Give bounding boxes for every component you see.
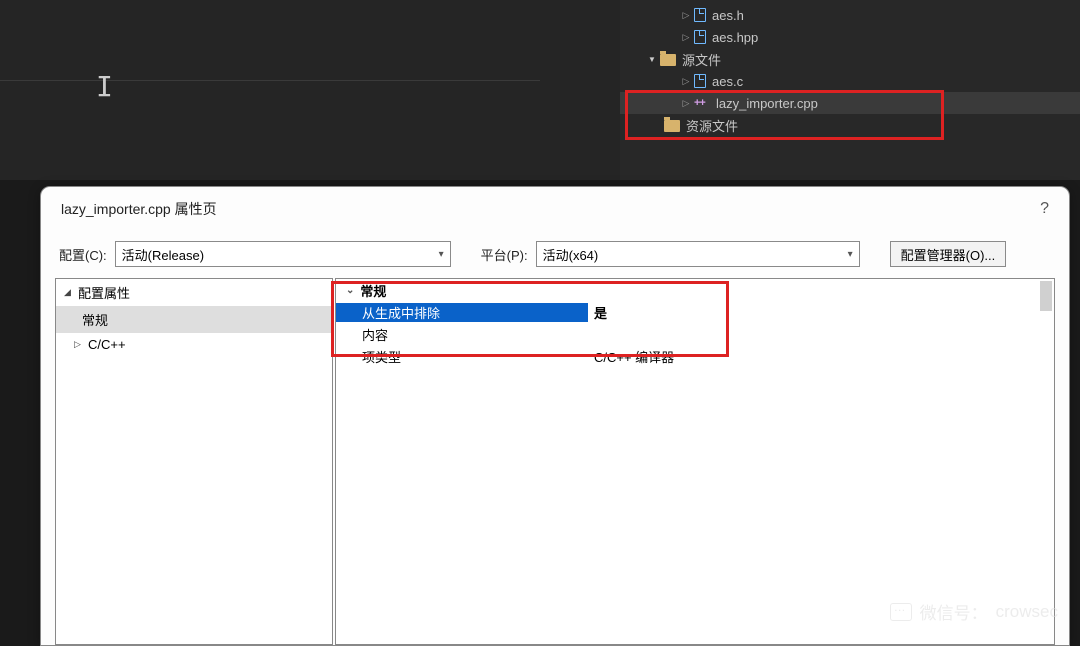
expand-icon[interactable]: ▷ [74,339,84,350]
category-tree[interactable]: ◢ 配置属性 常规 ▷ C/C++ [55,278,333,645]
text-cursor-icon: I [96,70,113,103]
tree-item-selected[interactable]: ++ lazy_importer.cpp [620,92,1080,114]
chevron-down-icon[interactable]: ⌄ [346,285,354,296]
tree-item-label: lazy_importer.cpp [716,96,818,111]
scrollbar[interactable] [1040,281,1052,311]
tree-node-general[interactable]: 常规 [56,306,332,333]
editor-divider [0,80,540,81]
chevron-down-icon: ▾ [433,249,450,260]
config-value: 活动(Release) [122,245,204,264]
tree-node-label: C/C++ [88,337,126,352]
tree-item-label: aes.hpp [712,30,758,45]
help-button[interactable]: ? [1040,200,1049,218]
tree-item-file[interactable]: aes.hpp [620,26,1080,48]
expand-icon[interactable] [680,98,692,109]
watermark-id: crowsec [996,602,1058,622]
grid-prop-value[interactable]: 是 [588,303,1054,322]
tree-item-file[interactable]: aes.h [620,4,1080,26]
grid-group-header[interactable]: ⌄ 常规 [336,279,1054,301]
collapse-icon[interactable] [646,54,658,64]
grid-row[interactable]: 项类型 C/C++ 编译器 [336,345,1054,367]
tree-folder-label: 源文件 [682,50,721,69]
grid-row[interactable]: 内容 [336,323,1054,345]
tree-node-cpp[interactable]: ▷ C/C++ [56,333,332,356]
tree-node-label: 常规 [82,310,108,329]
expand-icon[interactable] [680,10,692,21]
tree-root-label: 配置属性 [78,283,130,302]
config-toolbar: 配置(C): 活动(Release) ▾ 平台(P): 活动(x64) ▾ 配置… [41,231,1069,277]
config-manager-button[interactable]: 配置管理器(O)... [890,241,1007,267]
tree-folder-resources[interactable]: 资源文件 [620,114,1080,136]
dialog-title: lazy_importer.cpp 属性页 [61,199,217,219]
grid-prop-name: 项类型 [336,347,588,366]
platform-dropdown[interactable]: 活动(x64) ▾ [536,241,860,267]
wechat-icon [890,603,912,621]
tree-folder-label: 资源文件 [686,116,738,135]
grid-prop-name: 从生成中排除 [336,303,588,322]
cpp-file-icon: ++ [694,97,710,109]
chevron-down-icon: ▾ [842,249,859,260]
grid-row-selected[interactable]: 从生成中排除 是 [336,301,1054,323]
config-label: 配置(C): [59,245,107,264]
c-file-icon [694,74,706,88]
folder-icon [664,120,680,132]
watermark: 微信号： crowsec [890,599,1058,624]
grid-prop-name: 内容 [336,325,588,344]
expand-icon[interactable] [680,76,692,87]
platform-label: 平台(P): [481,245,528,264]
tree-folder-sources[interactable]: 源文件 [620,48,1080,70]
platform-value: 活动(x64) [543,245,599,264]
dialog-body: ◢ 配置属性 常规 ▷ C/C++ ⌄ 常规 从生成中排除 是 内容 [41,277,1069,645]
h-file-icon [694,8,706,22]
grid-prop-value[interactable]: C/C++ 编译器 [588,347,1054,366]
tree-item-file[interactable]: aes.c [620,70,1080,92]
property-grid[interactable]: ⌄ 常规 从生成中排除 是 内容 项类型 C/C++ 编译器 [335,278,1055,645]
config-dropdown[interactable]: 活动(Release) ▾ [115,241,451,267]
dialog-titlebar: lazy_importer.cpp 属性页 ? [41,187,1069,231]
property-pages-dialog: lazy_importer.cpp 属性页 ? 配置(C): 活动(Releas… [40,186,1070,646]
config-manager-label: 配置管理器(O)... [901,245,996,264]
editor-area: I [0,0,620,180]
hpp-file-icon [694,30,706,44]
solution-explorer[interactable]: aes.h aes.hpp 源文件 aes.c ++ lazy_importer… [620,0,1080,180]
watermark-label: 微信号： [920,599,988,624]
folder-icon [660,54,676,66]
expand-icon[interactable] [680,32,692,43]
tree-root[interactable]: ◢ 配置属性 [56,279,332,306]
tree-item-label: aes.c [712,74,743,89]
tree-item-label: aes.h [712,8,744,23]
grid-group-label: 常规 [360,281,386,300]
collapse-icon[interactable]: ◢ [64,287,74,298]
